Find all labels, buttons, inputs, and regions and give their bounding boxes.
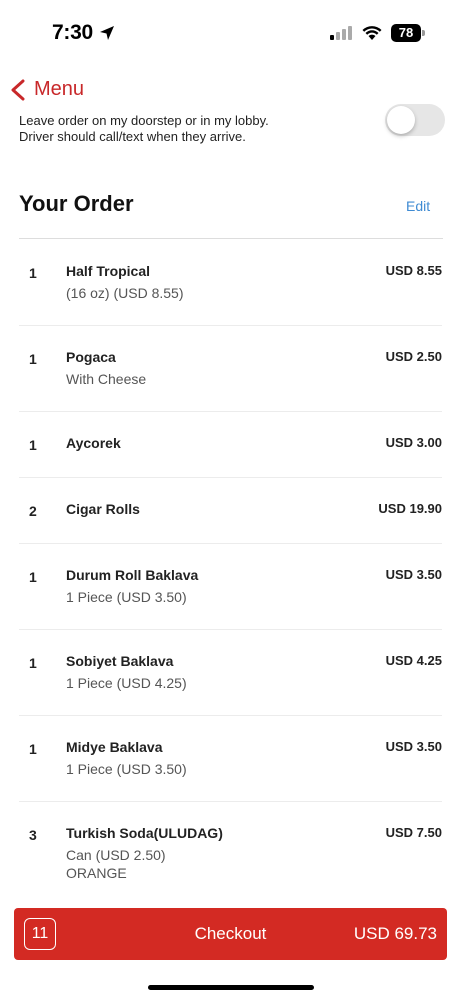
chevron-left-icon[interactable] bbox=[10, 79, 26, 101]
item-options: ORANGE bbox=[66, 865, 127, 881]
cellular-signal-icon bbox=[330, 26, 352, 40]
order-item-row[interactable]: 3 Turkish Soda(ULUDAG) USD 7.50 Can (USD 2.… bbox=[0, 801, 461, 893]
order-item-row[interactable]: 1 Sobiyet Baklava USD 4.25 1 Piece (USD 4.2… bbox=[0, 629, 461, 716]
item-options: With Cheese bbox=[66, 371, 147, 387]
item-quantity: 1 bbox=[29, 265, 37, 281]
order-item-row[interactable]: 1 Pogaca USD 2.50 With Cheese bbox=[0, 325, 461, 412]
battery-icon: 78 bbox=[391, 24, 421, 42]
leave-at-door-toggle[interactable] bbox=[385, 104, 445, 136]
item-name: Midye Baklava bbox=[66, 739, 163, 755]
nav-bar: Menu bbox=[0, 72, 461, 108]
item-name: Cigar Rolls bbox=[66, 501, 140, 517]
delivery-instructions: Leave order on my doorstep or in my lobb… bbox=[19, 113, 319, 145]
item-price: USD 4.25 bbox=[385, 653, 442, 668]
item-price: USD 2.50 bbox=[385, 349, 442, 364]
item-options: 1 Piece (USD 3.50) bbox=[66, 761, 187, 777]
item-price: USD 19.90 bbox=[378, 501, 442, 516]
item-quantity: 3 bbox=[29, 827, 37, 843]
wifi-icon bbox=[362, 26, 382, 40]
checkout-button[interactable]: 11 Checkout USD 69.73 bbox=[14, 908, 447, 960]
toggle-knob bbox=[387, 106, 415, 134]
item-price: USD 3.50 bbox=[385, 739, 442, 754]
order-item-row[interactable]: 1 Aycorek USD 3.00 bbox=[0, 411, 461, 478]
back-button[interactable]: Menu bbox=[34, 78, 84, 101]
item-name: Durum Roll Baklava bbox=[66, 567, 199, 583]
edit-button[interactable]: Edit bbox=[406, 198, 430, 214]
order-item-row[interactable]: 2 Cigar Rolls USD 19.90 bbox=[0, 477, 461, 544]
item-options: Can (USD 2.50) bbox=[66, 847, 166, 863]
item-price: USD 7.50 bbox=[385, 825, 442, 840]
item-name: Sobiyet Baklava bbox=[66, 653, 174, 669]
location-arrow-icon bbox=[100, 26, 114, 40]
checkout-total: USD 69.73 bbox=[353, 924, 437, 943]
item-quantity: 2 bbox=[29, 503, 37, 519]
item-quantity: 1 bbox=[29, 437, 37, 453]
status-bar: 7:30 78 bbox=[0, 0, 461, 66]
item-name: Pogaca bbox=[66, 349, 116, 365]
item-quantity: 1 bbox=[29, 569, 37, 585]
item-quantity: 1 bbox=[29, 351, 37, 367]
order-item-row[interactable]: 1 Midye Baklava USD 3.50 1 Piece (USD 3.50) bbox=[0, 715, 461, 802]
order-items-list: 1 Half Tropical USD 8.55 (16 oz) (USD 8.55)… bbox=[0, 239, 461, 893]
item-price: USD 3.00 bbox=[385, 435, 442, 450]
home-indicator bbox=[148, 985, 314, 990]
item-quantity: 1 bbox=[29, 741, 37, 757]
item-name: Half Tropical bbox=[66, 263, 151, 279]
page-title: Your Order bbox=[19, 191, 134, 216]
item-name: Turkish Soda(ULUDAG) bbox=[66, 825, 223, 841]
item-price: USD 8.55 bbox=[385, 263, 442, 278]
battery-tip bbox=[422, 30, 425, 36]
delivery-note-line: Leave order on my doorstep or in my lobb… bbox=[19, 113, 269, 128]
delivery-note-line: Driver should call/text when they arrive… bbox=[19, 129, 246, 144]
item-options: 1 Piece (USD 4.25) bbox=[66, 675, 187, 691]
item-quantity: 1 bbox=[29, 655, 37, 671]
item-price: USD 3.50 bbox=[385, 567, 442, 582]
order-item-row[interactable]: 1 Durum Roll Baklava USD 3.50 1 Piece (USD … bbox=[0, 543, 461, 630]
item-name: Aycorek bbox=[66, 435, 121, 451]
status-time: 7:30 bbox=[52, 21, 93, 44]
order-item-row[interactable]: 1 Half Tropical USD 8.55 (16 oz) (USD 8.55) bbox=[0, 239, 461, 326]
item-options: 1 Piece (USD 3.50) bbox=[66, 589, 187, 605]
item-options: (16 oz) (USD 8.55) bbox=[66, 285, 184, 301]
